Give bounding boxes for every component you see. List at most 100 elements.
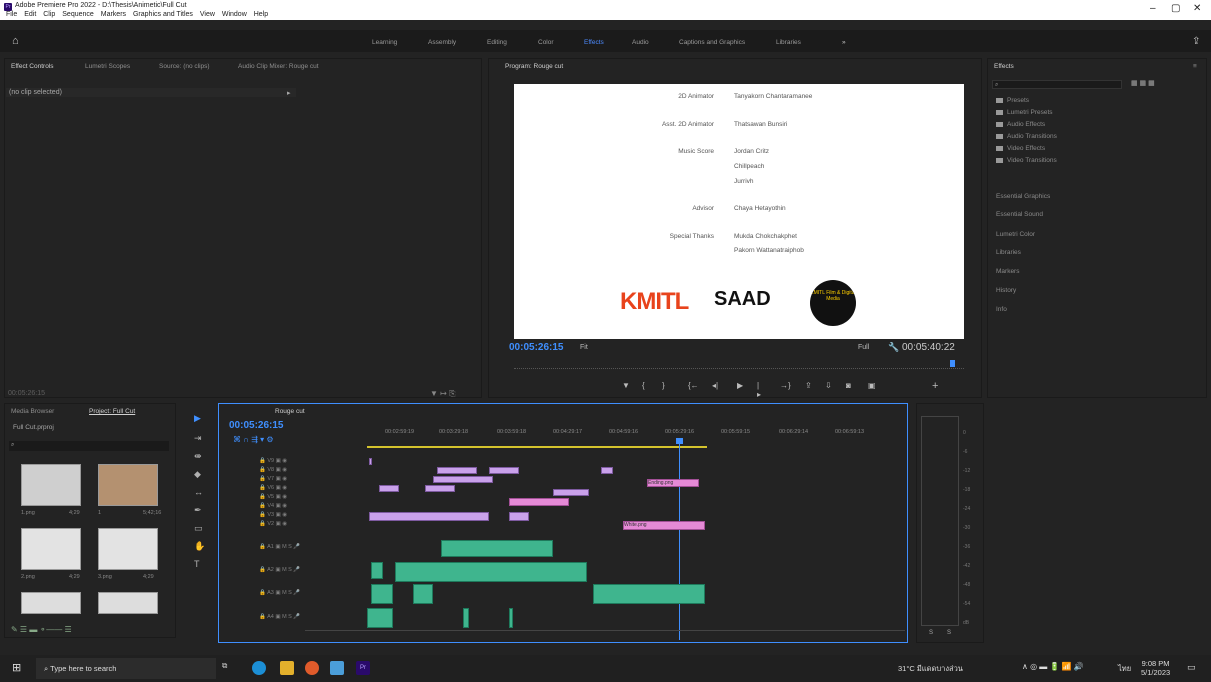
step-back-icon[interactable]: ◂| (712, 381, 718, 390)
razor-icon[interactable]: ◆ (194, 469, 201, 480)
language-indicator[interactable]: ไทย (1118, 663, 1131, 675)
go-to-in-icon[interactable]: {← (688, 381, 699, 390)
menu-edit[interactable]: Edit (24, 11, 36, 18)
timeline-playhead[interactable] (679, 440, 680, 640)
effects-item-video-effects[interactable]: Video Effects (996, 145, 1045, 152)
thumb-1[interactable] (98, 464, 158, 506)
expand-icon[interactable]: ▸ (287, 89, 291, 97)
timeline-tools-icons[interactable]: ⌘ ∩ ⇶ ▾ ⚙ (233, 435, 274, 444)
share-icon[interactable]: ⇪ (1192, 36, 1200, 47)
audio-clip-a3[interactable] (593, 584, 705, 604)
timeline-zoom-scrollbar[interactable] (305, 630, 905, 636)
selection-tool-icon[interactable]: ▶ (194, 413, 201, 424)
program-playhead[interactable] (950, 360, 955, 367)
project-search-input[interactable]: ⌕ (9, 441, 169, 451)
slip-icon[interactable]: ↔ (194, 487, 203, 497)
pen-icon[interactable]: ✒ (194, 505, 202, 516)
track-v5[interactable]: 🔒 V5 ▣ ◉ (259, 494, 287, 500)
thumb-1png[interactable] (21, 464, 81, 506)
clip-white-png[interactable]: White.png (623, 521, 705, 530)
teams-icon[interactable] (330, 661, 344, 675)
effects-item-audio-effects[interactable]: Audio Effects (996, 121, 1045, 128)
export-frame-icon[interactable]: ◙ (846, 381, 851, 390)
notification-icon[interactable]: ▭ (1187, 662, 1196, 673)
wrench-icon[interactable]: 🔧 (888, 342, 899, 353)
menu-sequence[interactable]: Sequence (62, 11, 94, 18)
video-clip[interactable] (369, 458, 372, 465)
maximize-button[interactable]: ▢ (1171, 3, 1180, 14)
solo-left-button[interactable]: S (929, 630, 933, 636)
effects-item-video-transitions[interactable]: Video Transitions (996, 157, 1057, 164)
video-clip[interactable] (437, 467, 477, 474)
rectangle-icon[interactable]: ▭ (194, 523, 203, 534)
track-a1[interactable]: 🔒 A1 ▣ M S 🎤 (259, 544, 300, 550)
add-button-icon[interactable]: + (932, 380, 938, 392)
ws-libraries[interactable]: Libraries (776, 39, 801, 46)
section-essential-sound[interactable]: Essential Sound (996, 211, 1043, 218)
video-clip[interactable] (509, 512, 529, 521)
section-lumetri-color[interactable]: Lumetri Color (996, 231, 1035, 238)
minimize-button[interactable]: – (1150, 3, 1156, 14)
video-clip[interactable] (601, 467, 613, 474)
track-v8[interactable]: 🔒 V8 ▣ ◉ (259, 467, 287, 473)
timeline-timecode[interactable]: 00:05:26:15 (229, 420, 283, 431)
ripple-edit-icon[interactable]: ⇼ (194, 451, 202, 462)
task-view-icon[interactable]: ⧉ (222, 661, 236, 675)
video-clip[interactable] (489, 467, 519, 474)
section-libraries[interactable]: Libraries (996, 249, 1021, 256)
tab-audio-clip-mixer[interactable]: Audio Clip Mixer: Rouge cut (238, 63, 319, 70)
menu-view[interactable]: View (200, 11, 215, 18)
track-select-icon[interactable]: ⇥ (194, 433, 202, 444)
pink-clip[interactable] (509, 498, 569, 506)
work-area-bar[interactable] (367, 446, 707, 448)
accelerated-bins-icons[interactable]: ▦ ▦ ▦ (1131, 79, 1155, 87)
menu-window[interactable]: Window (222, 11, 247, 18)
ws-effects[interactable]: Effects (584, 39, 604, 46)
audio-clip[interactable] (413, 584, 433, 604)
section-essential-graphics[interactable]: Essential Graphics (996, 193, 1050, 200)
video-clip[interactable] (425, 485, 455, 492)
effects-item-audio-transitions[interactable]: Audio Transitions (996, 133, 1057, 140)
thumb-3png[interactable] (98, 528, 158, 570)
mark-out-icon[interactable]: } (662, 381, 665, 390)
track-v7[interactable]: 🔒 V7 ▣ ◉ (259, 476, 287, 482)
taskbar-search[interactable]: ⌕ Type here to search (36, 658, 216, 679)
track-v9[interactable]: 🔒 V9 ▣ ◉ (259, 458, 287, 464)
mark-in-icon[interactable]: { (642, 381, 645, 390)
track-a3[interactable]: 🔒 A3 ▣ M S 🎤 (259, 590, 300, 596)
program-scrubber[interactable] (514, 361, 964, 369)
ws-color[interactable]: Color (538, 39, 554, 46)
project-footer-tools[interactable]: ✎ ☰ ▬ ⚬—— ☰ (11, 625, 72, 634)
effects-item-lumetri-presets[interactable]: Lumetri Presets (996, 109, 1053, 116)
filter-icon[interactable]: ▼ ↦ ⎘ (430, 389, 455, 399)
close-button[interactable]: ✕ (1193, 3, 1201, 14)
step-forward-icon[interactable]: |▸ (757, 381, 761, 399)
menu-clip[interactable]: Clip (43, 11, 55, 18)
video-clip[interactable] (433, 476, 493, 483)
windows-start-icon[interactable]: ⊞ (12, 661, 26, 675)
thumb-2png[interactable] (21, 528, 81, 570)
tab-source[interactable]: Source: (no clips) (159, 63, 210, 70)
comparison-icon[interactable]: ▣ (868, 381, 876, 390)
tab-project[interactable]: Project: Full Cut (89, 408, 135, 415)
audio-clip-a1[interactable] (441, 540, 553, 557)
quality-dropdown[interactable]: Full (858, 344, 869, 351)
ws-editing[interactable]: Editing (487, 39, 507, 46)
ws-more-icon[interactable]: » (842, 39, 846, 46)
weather-widget[interactable]: 31°C มีแดดบางส่วน (898, 663, 963, 675)
thumb-4[interactable] (21, 592, 81, 614)
menu-file[interactable]: File (6, 11, 17, 18)
effects-item-presets[interactable]: Presets (996, 97, 1029, 104)
edge-icon[interactable] (252, 661, 266, 675)
track-v2[interactable]: 🔒 V2 ▣ ◉ (259, 521, 287, 527)
play-icon[interactable]: ▶ (737, 381, 743, 390)
timeline-ruler[interactable]: 00:02:59:19 00:03:29:18 00:03:59:18 00:0… (367, 429, 907, 437)
marker-icon[interactable]: ▼ (622, 381, 630, 390)
panel-menu-icon[interactable]: ≡ (1193, 63, 1197, 70)
clip-ending-png[interactable]: Ending.png (647, 479, 699, 487)
solo-right-button[interactable]: S (947, 630, 951, 636)
go-to-out-icon[interactable]: →} (780, 381, 791, 390)
audio-clip[interactable] (509, 608, 513, 628)
tab-media-browser[interactable]: Media Browser (11, 408, 54, 415)
audio-clip[interactable] (371, 584, 393, 604)
